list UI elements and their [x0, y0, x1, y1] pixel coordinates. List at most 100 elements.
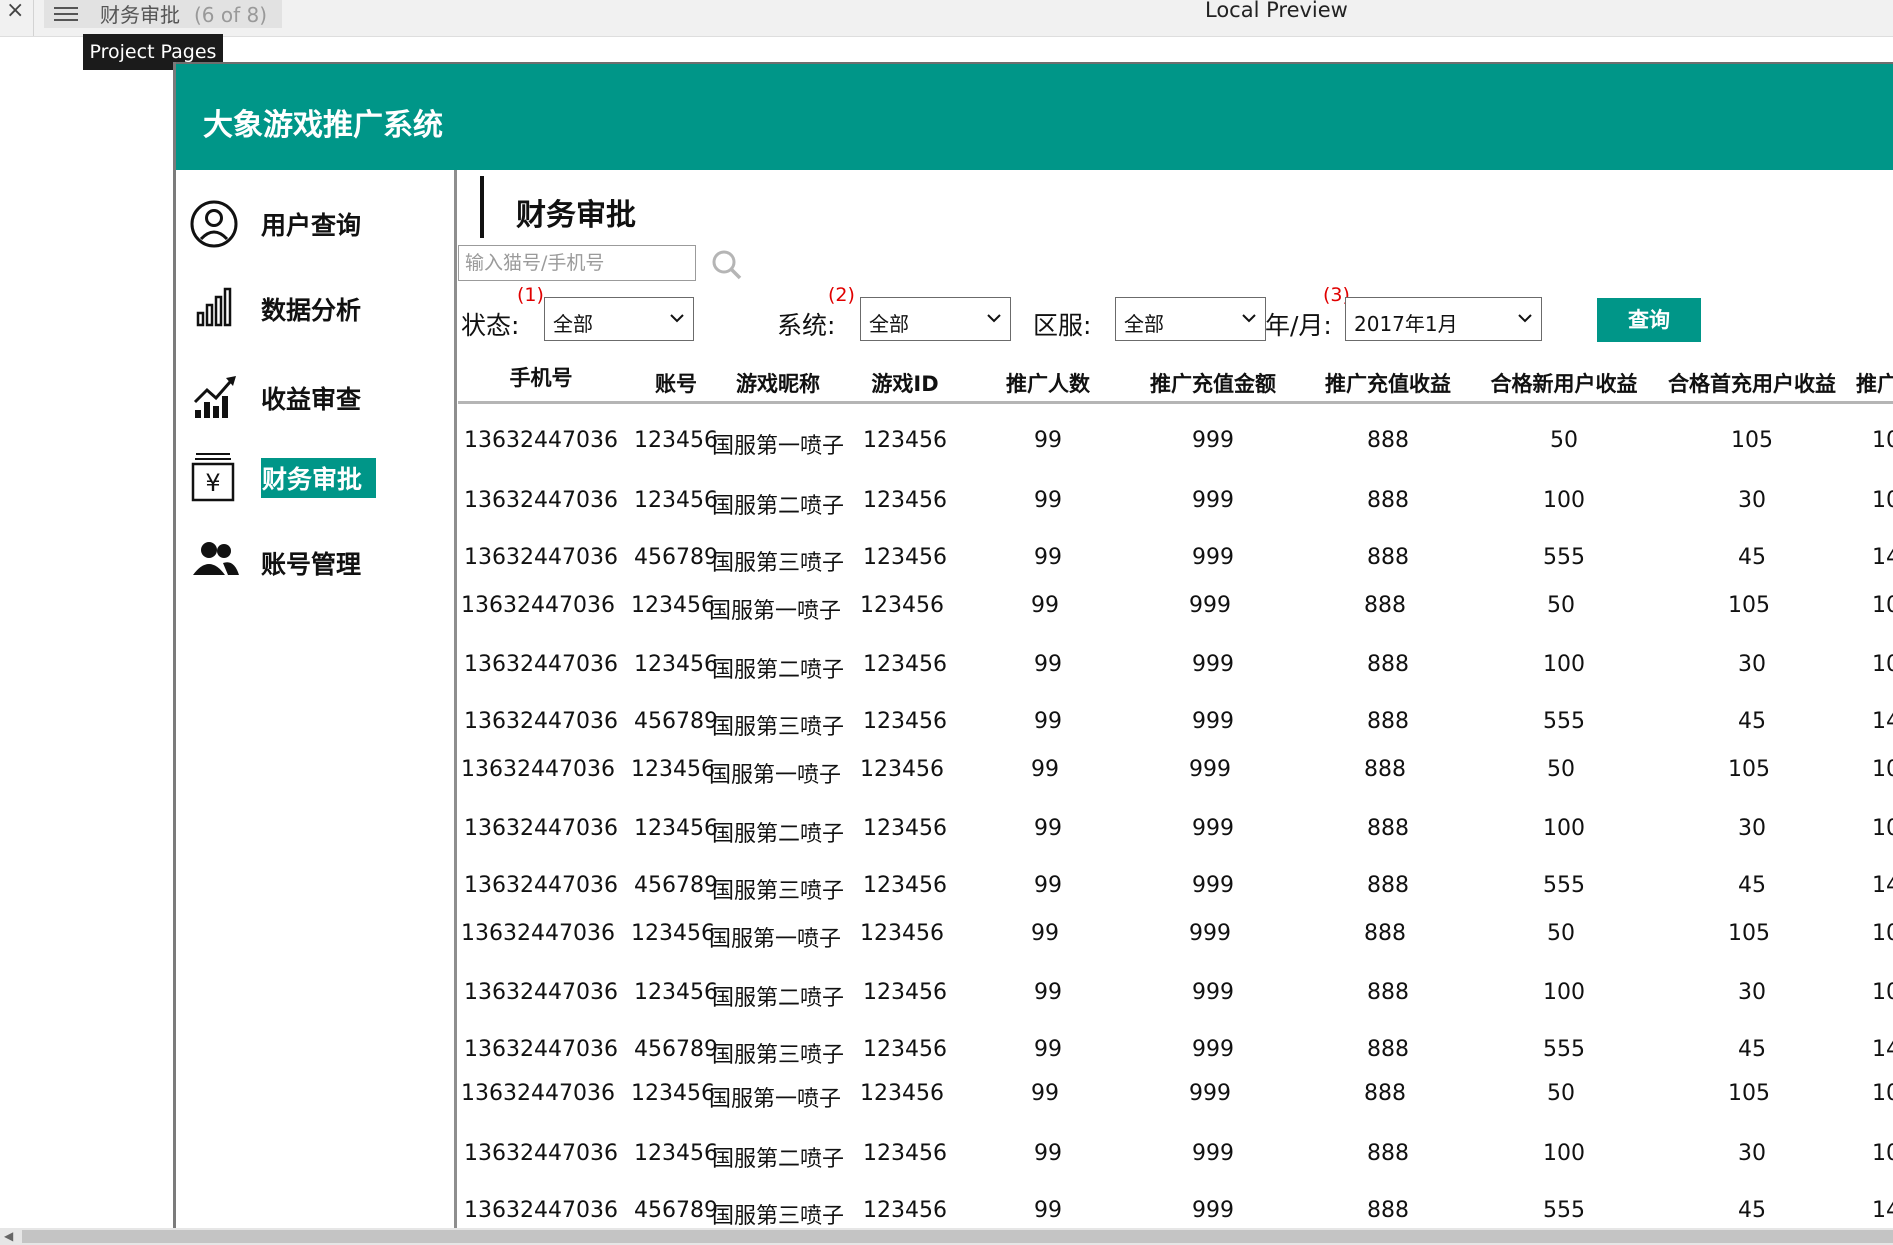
table-cell: 100 — [1543, 652, 1585, 677]
column-header: 合格首充用户收益 — [1668, 372, 1836, 396]
table-cell: 888 — [1367, 1141, 1409, 1166]
table-cell: 99 — [1034, 652, 1062, 677]
table-row[interactable]: 13632447036 123456 国服第二喷子 123456 99 999 888 100… — [0, 816, 1893, 856]
column-header: 合格新用户收益 — [1490, 372, 1638, 396]
trend-chart-icon — [193, 376, 236, 418]
table-row[interactable]: 13632447036 123456 国服第一喷子 123456 99 999 888 50 1… — [0, 1081, 1893, 1121]
sidebar-item-revenue-review[interactable]: 收益审查 — [190, 372, 450, 424]
system-marker: (2) — [828, 284, 855, 306]
page-title-accent — [480, 176, 484, 238]
table-cell: 999 — [1192, 709, 1234, 734]
table-cell: 10 — [1872, 1081, 1893, 1106]
table-cell: 999 — [1189, 921, 1231, 946]
table-cell: 30 — [1738, 1141, 1766, 1166]
table-cell: 50 — [1547, 593, 1575, 618]
table-cell: 45 — [1738, 1037, 1766, 1062]
page-selector[interactable]: 财务审批 (6 of 8) — [44, 0, 282, 28]
horizontal-scrollbar[interactable]: ◀ — [0, 1228, 1893, 1245]
table-cell: 999 — [1192, 816, 1234, 841]
table-cell: 99 — [1034, 873, 1062, 898]
region-label: 区服: — [1033, 311, 1092, 340]
close-icon[interactable]: × — [6, 0, 24, 23]
table-cell: 99 — [1031, 593, 1059, 618]
table-cell: 888 — [1367, 873, 1409, 898]
table-cell: 888 — [1364, 757, 1406, 782]
menu-icon[interactable] — [54, 3, 78, 23]
month-label: 年/月: — [1265, 311, 1332, 340]
table-cell: 10 — [1872, 652, 1893, 677]
table-cell: 555 — [1543, 1037, 1585, 1062]
table-cell: 999 — [1189, 593, 1231, 618]
table-cell: 10 — [1872, 980, 1893, 1005]
sidebar-item-user-query[interactable]: 用户查询 — [190, 198, 450, 250]
status-label: 状态: — [461, 311, 520, 340]
table-cell: 99 — [1034, 428, 1062, 453]
table-cell: 888 — [1367, 1037, 1409, 1062]
chevron-down-icon — [670, 314, 684, 323]
table-cell: 555 — [1543, 1198, 1585, 1223]
sidebar-item-data-analysis[interactable]: 数据分析 — [190, 283, 450, 335]
table-cell: 999 — [1192, 980, 1234, 1005]
preview-toolbar: × 财务审批 (6 of 8) Local Preview — [0, 0, 1893, 37]
region-select[interactable]: 全部 — [1115, 297, 1266, 341]
month-select[interactable]: 2017年1月 — [1345, 297, 1542, 341]
table-row[interactable]: 13632447036 123456 国服第一喷子 123456 99 999 888 50 1… — [0, 921, 1893, 961]
table-cell: 99 — [1034, 545, 1062, 570]
column-header: 推广 — [1856, 372, 1893, 396]
table-cell: 45 — [1738, 1198, 1766, 1223]
table-row[interactable]: 13632447036 123456 国服第一喷子 123456 99 999 888 50 1… — [0, 428, 1893, 468]
table-cell: 888 — [1364, 593, 1406, 618]
table-cell: 30 — [1738, 652, 1766, 677]
status-marker: (1) — [517, 284, 544, 306]
table-cell: 14 — [1872, 873, 1893, 898]
table-cell: 999 — [1192, 545, 1234, 570]
table-row[interactable]: 13632447036 123456 国服第一喷子 123456 99 999 888 50 1… — [0, 593, 1893, 633]
table-cell: 105 — [1731, 428, 1773, 453]
table-row[interactable]: 13632447036 456789 国服第三喷子 123456 99 999 888 555… — [0, 1037, 1893, 1077]
table-cell: 99 — [1031, 757, 1059, 782]
table-cell: 45 — [1738, 709, 1766, 734]
table-cell: 888 — [1367, 652, 1409, 677]
table-cell: 999 — [1192, 428, 1234, 453]
table-cell: 99 — [1034, 1037, 1062, 1062]
toolbar-divider — [33, 0, 34, 36]
table-row[interactable]: 13632447036 123456 国服第二喷子 123456 99 999 888 100… — [0, 488, 1893, 528]
table-cell: 555 — [1543, 873, 1585, 898]
table-row[interactable]: 13632447036 456789 国服第三喷子 123456 99 999 888 555… — [0, 873, 1893, 913]
table-cell: 888 — [1367, 545, 1409, 570]
table-cell: 14 — [1872, 545, 1893, 570]
table-cell: 888 — [1367, 428, 1409, 453]
table-cell: 888 — [1367, 980, 1409, 1005]
table-cell: 555 — [1543, 545, 1585, 570]
table-row[interactable]: 13632447036 123456 国服第二喷子 123456 99 999 888 100… — [0, 652, 1893, 692]
scrollbar-thumb[interactable] — [22, 1230, 1893, 1243]
scroll-left-icon[interactable]: ◀ — [4, 1229, 13, 1243]
chevron-down-icon — [987, 314, 1001, 323]
preview-title: Local Preview — [1205, 0, 1348, 22]
table-cell: 99 — [1031, 1081, 1059, 1106]
system-select[interactable]: 全部 — [860, 297, 1011, 341]
table-cell: 999 — [1192, 1198, 1234, 1223]
table-row[interactable]: 13632447036 123456 国服第二喷子 123456 99 999 888 100… — [0, 980, 1893, 1020]
table-cell: 999 — [1192, 652, 1234, 677]
table-cell: 99 — [1034, 488, 1062, 513]
search-input[interactable] — [458, 245, 696, 281]
table-cell: 10 — [1872, 488, 1893, 513]
user-circle-icon — [190, 200, 238, 248]
query-button[interactable]: 查询 — [1597, 298, 1701, 342]
table-row[interactable]: 13632447036 456789 国服第三喷子 123456 99 999 888 555… — [0, 709, 1893, 749]
table-row[interactable]: 13632447036 123456 国服第二喷子 123456 99 999 888 100… — [0, 1141, 1893, 1181]
status-select[interactable]: 全部 — [544, 297, 694, 341]
table-cell: 10 — [1872, 757, 1893, 782]
table-cell: 999 — [1192, 1141, 1234, 1166]
app-title: 大象游戏推广系统 — [203, 108, 443, 143]
sidebar-item-label: 收益审查 — [261, 385, 362, 414]
table-cell: 50 — [1547, 757, 1575, 782]
table-cell: 999 — [1189, 1081, 1231, 1106]
search-icon[interactable] — [710, 248, 744, 282]
column-header: 推广充值收益 — [1325, 372, 1451, 396]
table-row[interactable]: 13632447036 123456 国服第一喷子 123456 99 999 888 50 1… — [0, 757, 1893, 797]
table-cell: 999 — [1192, 1037, 1234, 1062]
table-row[interactable]: 13632447036 456789 国服第三喷子 123456 99 999 888 555… — [0, 545, 1893, 585]
system-select-value: 全部 — [869, 312, 909, 336]
